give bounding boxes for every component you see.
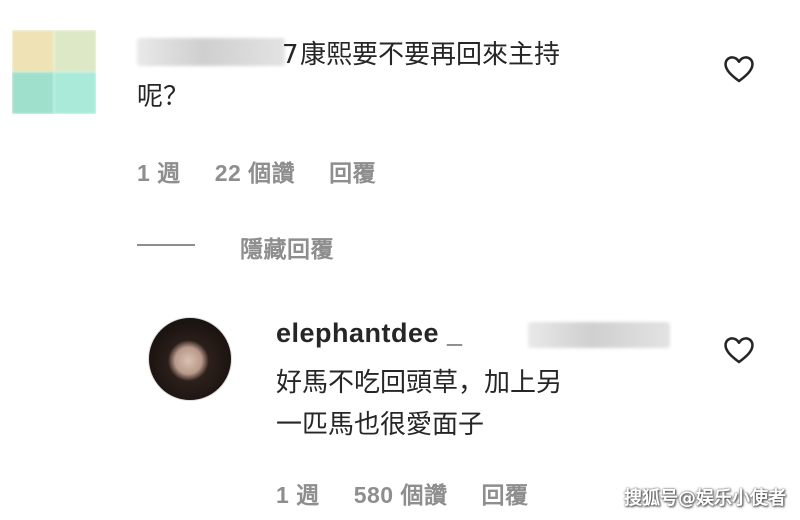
like-button[interactable] — [722, 52, 756, 86]
reply-button[interactable]: 回覆 — [481, 482, 528, 508]
avatar-tile — [12, 30, 54, 72]
blurred-username-suffix — [528, 322, 670, 348]
reply-time[interactable]: 1 週 — [276, 482, 320, 508]
comment-meta: 1 週 22 個讚 回覆 — [137, 154, 376, 188]
comment-text-line1: 康熙要不要再回來主持 — [300, 40, 561, 70]
comment-time[interactable]: 1 週 — [137, 160, 181, 186]
reply-username[interactable]: elephantdee _ — [276, 318, 463, 348]
reply-button[interactable]: 回覆 — [329, 160, 376, 186]
comment-text: 康熙要不要再回來主持 — [300, 34, 680, 76]
username-tail: 7 — [282, 40, 299, 70]
reply-likes[interactable]: 580 個讚 — [354, 482, 448, 508]
avatar-tile — [54, 72, 96, 114]
comment-text-line2: 呢？ — [137, 82, 190, 112]
avatar-tile — [54, 30, 96, 72]
avatar[interactable] — [148, 317, 232, 401]
reply-text: 好馬不吃回頭草，加上另 一匹馬也很愛面子 — [276, 362, 562, 446]
reply-username-row: elephantdee _ — [276, 318, 463, 349]
watermark: 搜狐号@娱乐小使者 — [624, 488, 786, 509]
heart-outline-icon — [724, 337, 754, 364]
avatar-tile — [12, 72, 54, 114]
avatar[interactable] — [12, 30, 96, 114]
like-button[interactable] — [722, 333, 756, 367]
hide-replies-button[interactable]: 隱藏回覆 — [240, 230, 334, 264]
blurred-username[interactable] — [137, 38, 285, 66]
reply-meta: 1 週 580 個讚 回覆 — [276, 476, 528, 510]
comment-text-continued: 呢？ — [137, 76, 189, 118]
heart-outline-icon — [724, 56, 754, 83]
comment-likes[interactable]: 22 個讚 — [215, 160, 295, 186]
reply-text-line2: 一匹馬也很愛面子 — [276, 410, 485, 440]
thread-divider — [137, 244, 195, 246]
reply-text-line1: 好馬不吃回頭草，加上另 — [276, 368, 563, 398]
